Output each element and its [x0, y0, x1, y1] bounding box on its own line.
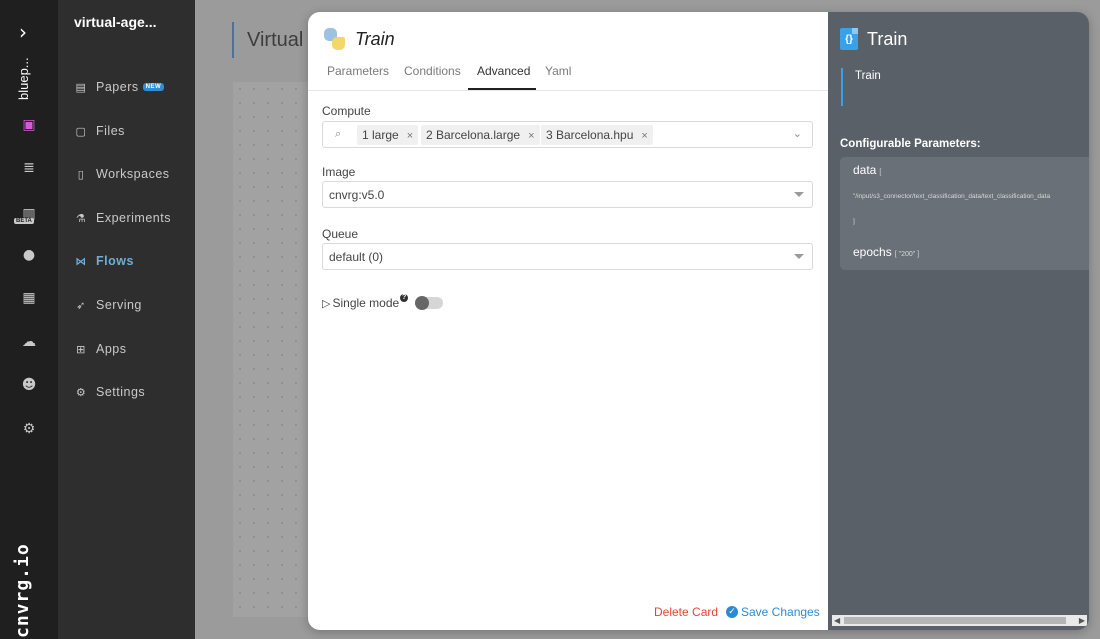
- cloud-icon[interactable]: ☁: [18, 331, 40, 353]
- sidebar-item-label: Experiments: [96, 211, 171, 225]
- info-title: Train: [867, 28, 908, 49]
- tab-advanced[interactable]: Advanced: [468, 64, 536, 90]
- flow-title: Virtual: [232, 22, 303, 58]
- tab-yaml[interactable]: Yaml: [536, 64, 580, 90]
- caret-down-icon: [794, 254, 804, 259]
- scroll-right-icon[interactable]: ▶: [1079, 615, 1085, 626]
- sidebar-item-settings[interactable]: ⚙ Settings: [74, 382, 145, 402]
- project-sidebar: virtual-age... ▤ Papers NEW ▢ Files ▯ Wo…: [58, 0, 195, 639]
- chevron-down-icon[interactable]: ⌄: [793, 127, 802, 140]
- save-changes-label: Save Changes: [741, 605, 820, 619]
- sidebar-item-apps[interactable]: ⊞ Apps: [74, 339, 127, 359]
- new-badge: NEW: [142, 83, 165, 91]
- task-info-panel: {} Train Train Configurable Parameters: …: [828, 12, 1089, 630]
- rocket-icon: ➶: [76, 298, 86, 312]
- scrollbar-thumb[interactable]: [844, 617, 1066, 624]
- compute-chip: 1 large ×: [357, 125, 419, 145]
- settings-cog-icon[interactable]: ⚙: [18, 418, 40, 440]
- modal-header: Train: [324, 28, 395, 50]
- compute-chip: 3 Barcelona.hpu ×: [541, 125, 653, 145]
- check-circle-icon: ✓: [726, 606, 738, 618]
- users-icon[interactable]: ☻: [18, 374, 40, 396]
- database-icon[interactable]: ≣: [18, 157, 40, 179]
- param-value-data: "/input/s3_connector/text_classification…: [853, 193, 1051, 200]
- flows-rail-icon[interactable]: ▣: [18, 114, 40, 136]
- file-icon: ▢: [75, 124, 87, 138]
- image-value: cnvrg:v5.0: [329, 188, 385, 202]
- sidebar-item-label: Serving: [96, 298, 142, 312]
- brand-logo: cnvrg.io: [12, 543, 33, 638]
- icon-rail: › bluep... ▣ ≣ ▥ BETA ● ▦ ☁ ☻ ⚙ cnvrg.io: [0, 0, 58, 639]
- scroll-left-icon[interactable]: ◀: [834, 615, 840, 626]
- flow-icon: ⋈: [75, 254, 87, 268]
- sidebar-item-label: Papers: [96, 80, 139, 94]
- python-icon: [324, 28, 346, 50]
- image-select[interactable]: cnvrg:v5.0: [322, 181, 813, 208]
- chip-label: 1 large: [362, 128, 399, 142]
- remove-chip-icon[interactable]: ×: [528, 130, 534, 142]
- alert-icon[interactable]: ●: [18, 244, 40, 266]
- flask-icon: ⚗: [75, 211, 87, 225]
- single-mode-label: Single mode: [332, 296, 400, 310]
- param-close-bracket: ]: [853, 218, 855, 225]
- task-description: Train: [841, 68, 881, 106]
- sidebar-item-label: Settings: [96, 385, 146, 399]
- queue-label: Queue: [322, 227, 359, 241]
- compute-multiselect[interactable]: ⌕ 1 large × 2 Barcelona.large × 3 Barcelon…: [322, 121, 813, 148]
- remove-chip-icon[interactable]: ×: [641, 130, 647, 142]
- sidebar-item-workspaces[interactable]: ▯ Workspaces: [74, 164, 170, 184]
- info-header: {} Train: [840, 28, 907, 50]
- image-label: Image: [322, 165, 356, 179]
- sidebar-item-papers[interactable]: ▤ Papers NEW: [74, 77, 165, 97]
- sidebar-item-label: Files: [96, 124, 125, 138]
- sidebar-item-flows[interactable]: ⋈ Flows: [74, 251, 134, 271]
- single-mode-row: ▷ Single mode ?: [322, 294, 409, 310]
- gear-icon: ⚙: [75, 385, 87, 399]
- sidebar-item-label: Flows: [96, 254, 134, 268]
- delete-card-button[interactable]: Delete Card: [654, 605, 718, 619]
- sidebar-item-label: Apps: [96, 342, 127, 356]
- play-outline-icon: ▷: [322, 296, 331, 310]
- task-card-modal: Train Parameters Conditions Advanced Yam…: [308, 12, 1089, 630]
- help-icon[interactable]: ?: [400, 294, 409, 302]
- chip-label: 3 Barcelona.hpu: [546, 128, 634, 142]
- param-name-epochs: epochs[ "200" ]: [853, 245, 920, 259]
- sidebar-item-experiments[interactable]: ⚗ Experiments: [74, 208, 171, 228]
- save-changes-button[interactable]: ✓ Save Changes: [726, 605, 820, 619]
- queue-value: default (0): [329, 250, 384, 264]
- workspace-icon: ▯: [77, 167, 85, 181]
- queue-select[interactable]: default (0): [322, 243, 813, 270]
- compute-chip: 2 Barcelona.large ×: [421, 125, 540, 145]
- chip-label: 2 Barcelona.large: [426, 128, 521, 142]
- compute-label: Compute: [322, 104, 371, 118]
- toggle-knob: [415, 296, 429, 310]
- sidebar-item-files[interactable]: ▢ Files: [74, 121, 125, 141]
- horizontal-scrollbar[interactable]: ◀ ▶: [832, 615, 1087, 626]
- cluster-icon[interactable]: ▦: [18, 287, 40, 309]
- remove-chip-icon[interactable]: ×: [407, 130, 413, 142]
- tab-parameters[interactable]: Parameters: [318, 64, 398, 90]
- caret-down-icon: [794, 192, 804, 197]
- configurable-parameters-heading: Configurable Parameters:: [840, 138, 981, 150]
- param-name-data: data[: [853, 163, 882, 177]
- grid-icon: ⊞: [76, 342, 86, 356]
- newspaper-icon: ▤: [75, 80, 87, 94]
- beta-badge: BETA: [14, 218, 34, 224]
- task-tabs: Parameters Conditions Advanced Yaml: [308, 64, 828, 91]
- task-title[interactable]: Train: [355, 29, 395, 50]
- project-title[interactable]: virtual-age...: [74, 14, 156, 30]
- project-short-name[interactable]: bluep...: [16, 50, 42, 100]
- json-file-icon: {}: [840, 28, 858, 50]
- parameters-box: data[ "/input/s3_connector/text_classifi…: [840, 157, 1089, 270]
- single-mode-toggle[interactable]: [415, 296, 443, 310]
- sidebar-item-label: Workspaces: [96, 167, 170, 181]
- task-settings-panel: Train Parameters Conditions Advanced Yam…: [308, 12, 828, 630]
- expand-chevron-icon[interactable]: ›: [19, 20, 27, 44]
- search-icon: ⌕: [335, 127, 342, 140]
- tab-conditions[interactable]: Conditions: [395, 64, 470, 90]
- sidebar-item-serving[interactable]: ➶ Serving: [74, 295, 142, 315]
